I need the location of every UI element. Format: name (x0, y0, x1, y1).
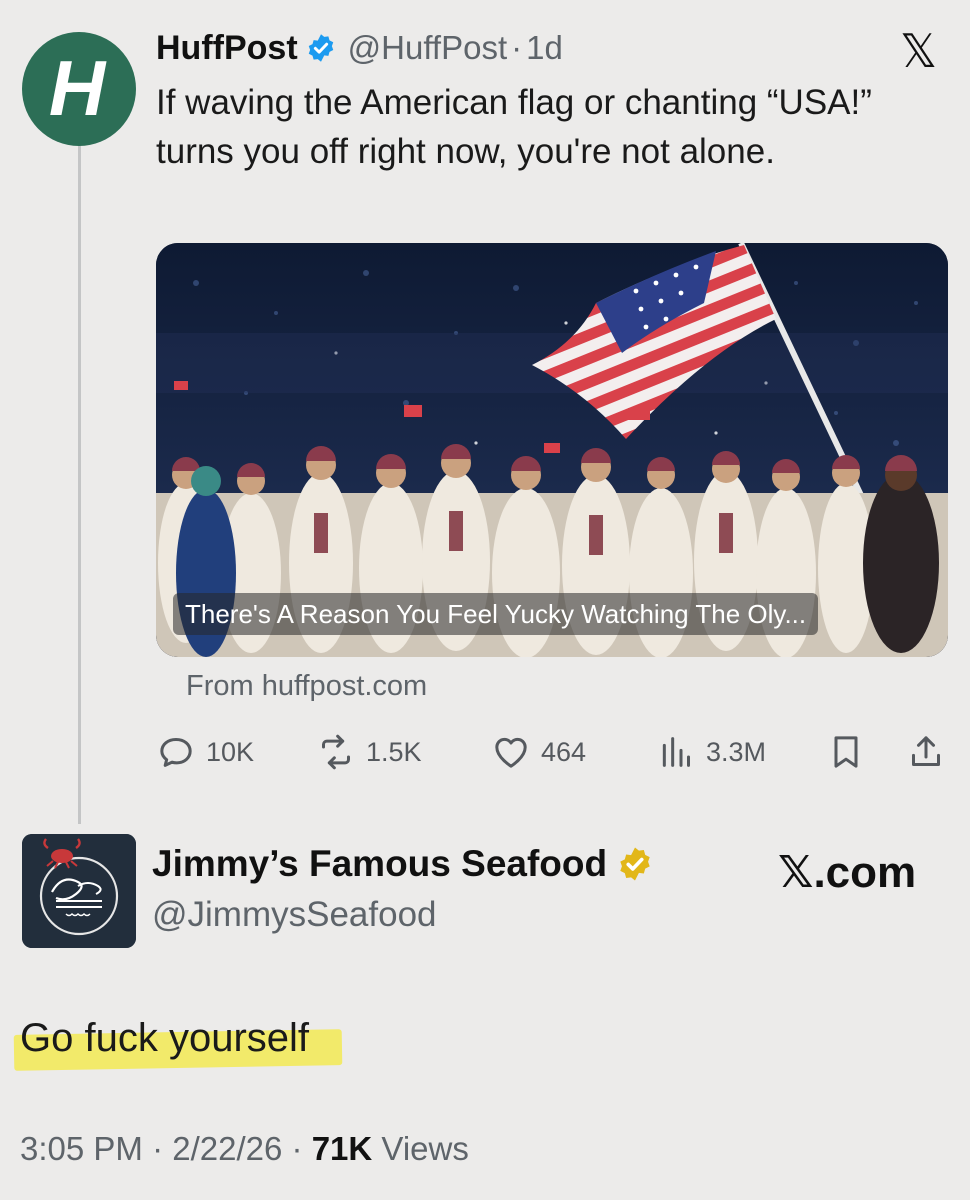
repost-icon (322, 734, 350, 770)
reply-views-label: Views (381, 1130, 469, 1167)
bookmark-button[interactable] (826, 728, 866, 776)
reply-author-name[interactable]: Jimmy’s Famous Seafood (152, 843, 607, 885)
like-button[interactable]: 464 (491, 728, 586, 776)
link-source[interactable]: From huffpost.com (186, 670, 427, 703)
views-count: 3.3M (706, 736, 767, 767)
repost-count: 1.5K (366, 736, 422, 767)
avatar-letter: H (48, 43, 106, 132)
tweet-text: If waving the American flag or chanting … (156, 83, 872, 171)
reply-count: 10K (206, 736, 255, 767)
huffpost-avatar[interactable]: H (22, 32, 136, 146)
tweet-action-bar: 10K 1.5K 464 3.3M (156, 728, 951, 776)
author-name[interactable]: HuffPost (156, 29, 298, 68)
views-button[interactable]: 3.3M (656, 728, 766, 776)
reply-author-handle[interactable]: @JimmysSeafood (152, 895, 437, 935)
thread-connector-line (78, 140, 81, 824)
share-button[interactable] (906, 728, 946, 776)
tweet-age[interactable]: 1d (526, 29, 563, 67)
bookmark-icon (834, 736, 858, 768)
tweet-header: HuffPost @HuffPost · 1d (156, 26, 563, 70)
heart-icon (495, 737, 527, 768)
author-handle[interactable]: @HuffPost (348, 29, 507, 67)
reply-date[interactable]: 2/22/26 (172, 1130, 282, 1167)
reply-icon (160, 738, 192, 767)
x-logo-icon: 𝕏 (900, 24, 938, 78)
share-icon (912, 736, 940, 766)
meta-separator: · (152, 1130, 173, 1167)
like-count: 464 (541, 736, 587, 767)
jimmys-seafood-avatar[interactable] (22, 834, 136, 948)
screenshot: H HuffPost @HuffPost · 1d 𝕏 If waving th… (0, 0, 970, 1200)
verified-gold-badge-icon (620, 847, 650, 881)
separator-dot: · (511, 29, 523, 66)
analytics-bars-icon (662, 737, 690, 767)
repost-button[interactable]: 1.5K (316, 728, 422, 776)
reply-button[interactable]: 10K (156, 728, 254, 776)
link-card-image[interactable]: There's A Reason You Feel Yucky Watching… (156, 243, 948, 657)
reply-time[interactable]: 3:05 PM (20, 1130, 143, 1167)
link-card-headline[interactable]: There's A Reason You Feel Yucky Watching… (173, 593, 819, 635)
reply-views-count: 71K (311, 1130, 373, 1167)
reply-text: Go fuck yourself (20, 1016, 310, 1060)
meta-separator: · (291, 1130, 312, 1167)
verified-badge-icon (308, 34, 333, 62)
reply-text-block: Go fuck yourself (13, 1016, 343, 1071)
x-com-logo: 𝕏.com (778, 848, 917, 897)
jimmys-seafood-logo (22, 834, 136, 948)
reply-header: Jimmy’s Famous Seafood (152, 843, 653, 885)
reply-metadata: 3:05 PM · 2/22/26 · 71K Views (20, 1130, 469, 1168)
